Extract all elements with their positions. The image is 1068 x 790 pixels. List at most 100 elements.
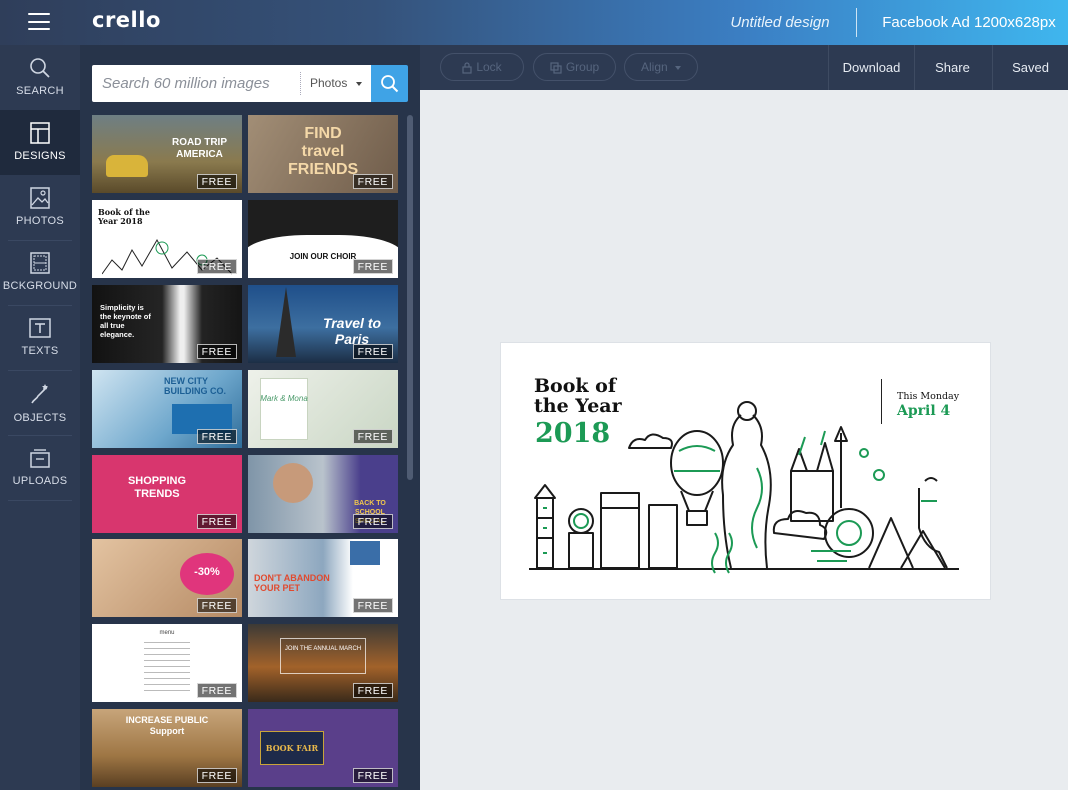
free-badge: FREE	[352, 598, 393, 613]
template-grid: ROAD TRIP AMERICA FREE FIND travel FRIEN…	[92, 115, 398, 790]
template-thumbnail[interactable]: BOOK FAIR FREE	[248, 709, 398, 787]
design-canvas[interactable]: Book of the Year 2018 This Monday April …	[500, 342, 991, 600]
free-badge: FREE	[196, 768, 237, 783]
template-title: menu	[159, 630, 175, 636]
panel-scrollbar[interactable]	[407, 115, 413, 480]
template-thumbnail[interactable]: DON'T ABANDON YOUR PET FREE	[248, 539, 398, 617]
template-thumbnail[interactable]: FIND travel FRIENDS FREE	[248, 115, 398, 193]
free-badge: FREE	[352, 514, 393, 529]
free-badge: FREE	[196, 514, 237, 529]
template-thumbnail[interactable]: menu FREE	[92, 624, 242, 702]
template-thumbnail[interactable]: SHOPPING TRENDS FREE	[92, 455, 242, 533]
sidebar-item-label: UPLOADS	[12, 475, 68, 487]
editor-toolbar: Lock Group Align Download Share Saved	[420, 45, 1068, 90]
template-title: DON'T ABANDON YOUR PET	[254, 573, 330, 593]
image-icon	[30, 187, 50, 209]
template-thumbnail[interactable]: BACK TO SCHOOL SPECIAL FREE	[248, 455, 398, 533]
divider	[8, 500, 72, 501]
sidebar-item-uploads[interactable]: UPLOADS	[0, 435, 80, 500]
template-thumbnail[interactable]: JOIN OUR CHOIR FREE	[248, 200, 398, 278]
invitation-card	[260, 378, 308, 440]
template-thumbnail[interactable]: JOIN THE ANNUAL MARCH FREE	[248, 624, 398, 702]
free-badge: FREE	[352, 174, 393, 189]
free-badge: FREE	[352, 683, 393, 698]
chevron-down-icon	[356, 82, 362, 86]
sidebar-item-label: OBJECTS	[13, 412, 67, 424]
menu-lines	[144, 642, 190, 694]
template-thumbnail[interactable]: INCREASE PUBLIC Support FREE	[92, 709, 242, 787]
sidebar-item-objects[interactable]: OBJECTS	[0, 370, 80, 435]
search-input[interactable]	[92, 65, 300, 102]
download-button[interactable]: Download	[829, 45, 914, 90]
template-thumbnail[interactable]: -30% FREE	[92, 539, 242, 617]
sidebar-item-label: BCKGROUND	[2, 280, 78, 292]
template-title: Book of the Year 2018	[98, 207, 150, 226]
template-title: NEW CITY BUILDING CO.	[164, 376, 226, 396]
template-title: Travel to Paris	[322, 315, 382, 347]
template-thumbnail[interactable]: ROAD TRIP AMERICA FREE	[92, 115, 242, 193]
template-title: FIND travel FRIENDS	[288, 125, 359, 178]
template-thumbnail[interactable]: NEW CITY BUILDING CO. FREE	[92, 370, 242, 448]
brush-star-icon	[31, 384, 48, 404]
template-thumbnail[interactable]: Book of the Year 2018 FREE	[92, 200, 242, 278]
upload-box-icon	[30, 449, 50, 468]
sidebar-item-background[interactable]: BCKGROUND	[0, 240, 80, 305]
sidebar-item-search[interactable]: SEARCH	[0, 45, 80, 110]
search-icon	[381, 75, 399, 93]
free-badge: FREE	[352, 344, 393, 359]
child-image	[273, 463, 313, 503]
sidebar-item-label: SEARCH	[16, 85, 64, 97]
divider	[856, 8, 857, 37]
sidebar-item-texts[interactable]: TEXTS	[0, 305, 80, 370]
free-badge: FREE	[196, 174, 237, 189]
free-badge: FREE	[352, 429, 393, 444]
free-badge: FREE	[196, 598, 237, 613]
city-line-illustration[interactable]	[529, 393, 969, 578]
date-badge	[350, 541, 380, 565]
search-filter-label: Photos	[310, 76, 348, 90]
sidebar-item-designs[interactable]: DESIGNS	[0, 110, 80, 175]
lock-button[interactable]: Lock	[440, 53, 524, 81]
template-title: JOIN THE ANNUAL MARCH	[284, 646, 362, 652]
free-badge: FREE	[196, 683, 237, 698]
template-thumbnail[interactable]: Mark & Mona FREE	[248, 370, 398, 448]
lock-icon	[462, 62, 472, 74]
template-thumbnail[interactable]: Travel to Paris FREE	[248, 285, 398, 363]
search-icon	[30, 58, 50, 78]
group-button[interactable]: Group	[533, 53, 616, 81]
align-label: Align	[640, 60, 668, 74]
template-title: SHOPPING TRENDS	[127, 475, 187, 500]
app-logo[interactable]: crello	[92, 8, 161, 32]
document-size: Facebook Ad 1200x628px	[882, 14, 1056, 31]
free-badge: FREE	[196, 344, 237, 359]
free-badge: FREE	[196, 429, 237, 444]
search-button[interactable]	[371, 65, 408, 102]
layout-icon	[30, 122, 50, 144]
text-frame	[280, 638, 366, 674]
free-badge: FREE	[196, 259, 237, 274]
align-dropdown[interactable]: Align	[624, 53, 698, 81]
sidebar: SEARCH DESIGNS PHOTOS BCKGROUND TEXTS OB…	[0, 45, 80, 790]
top-bar: crello Untitled design Facebook Ad 1200x…	[0, 0, 1068, 45]
sidebar-item-label: PHOTOS	[15, 215, 65, 227]
group-label: Group	[565, 60, 600, 74]
background-pattern-icon	[30, 252, 50, 274]
text-box-icon	[29, 318, 51, 338]
search-box: Photos	[92, 65, 371, 102]
free-badge: FREE	[352, 768, 393, 783]
group-icon	[550, 62, 562, 74]
lock-label: Lock	[476, 60, 502, 74]
share-button[interactable]: Share	[915, 45, 990, 90]
search-filter-dropdown[interactable]: Photos	[300, 72, 371, 95]
template-title: BOOK FAIR	[265, 743, 319, 753]
template-title: Simplicity is the keynote of all true el…	[100, 303, 151, 339]
save-status: Saved	[1012, 60, 1049, 75]
document-title[interactable]: Untitled design	[700, 0, 860, 45]
sidebar-item-label: DESIGNS	[14, 150, 66, 162]
template-thumbnail[interactable]: Simplicity is the keynote of all true el…	[92, 285, 242, 363]
car-image	[106, 155, 148, 177]
sidebar-item-photos[interactable]: PHOTOS	[0, 175, 80, 240]
template-title: ROAD TRIP AMERICA	[172, 137, 227, 160]
menu-icon[interactable]	[28, 13, 50, 30]
template-title: Mark & Mona	[260, 394, 308, 403]
